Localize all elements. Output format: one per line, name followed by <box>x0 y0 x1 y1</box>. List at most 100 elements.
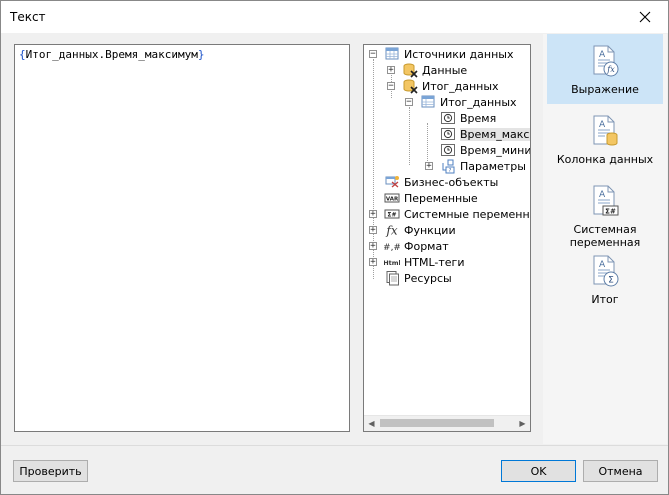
tree-item-field-time-min[interactable]: Время_миним <box>440 142 530 158</box>
tree-item-system-variables[interactable]: Σ# Системные переменные <box>384 206 530 222</box>
system-variable-label-line2: переменная <box>569 236 641 249</box>
svg-text:A: A <box>599 50 606 60</box>
tree-item-field-time[interactable]: Время <box>440 110 496 126</box>
expand-toggle[interactable]: + <box>369 242 377 251</box>
tree-item-label: Переменные <box>404 191 478 205</box>
tree-item-label: Время_макси <box>460 127 530 141</box>
tree-item-label: Время_миним <box>460 143 530 157</box>
system-variable-icon: Σ# <box>384 209 400 219</box>
tree-item-label: HTML-теги <box>404 255 465 269</box>
expand-toggle[interactable]: + <box>387 66 395 75</box>
expression-editor[interactable]: {Итог_данных.Время_максимум} <box>14 44 350 432</box>
ok-button[interactable]: OK <box>501 460 576 482</box>
svg-text:A: A <box>599 120 606 130</box>
cancel-button[interactable]: Отмена <box>583 460 658 482</box>
variable-icon: VAR <box>384 193 400 203</box>
tree-item-resources[interactable]: Ресурсы <box>384 270 452 286</box>
tree-item-label: Итог_данных <box>440 95 517 109</box>
system-variable-icon: A Σ# <box>593 185 619 216</box>
html-tag-icon: Html <box>384 259 400 267</box>
footer-divider <box>1 445 668 446</box>
expression-text: {Итог_данных.Время_максимум} <box>19 48 204 61</box>
close-brace: } <box>197 48 205 61</box>
collapse-toggle[interactable]: − <box>405 98 413 107</box>
title-bar: Текст <box>1 1 668 33</box>
tree-item-itog-source[interactable]: Итог_данных <box>402 78 499 94</box>
parameters-icon: ? <box>442 159 455 174</box>
tree-item-label: Итог_данных <box>422 79 499 93</box>
check-button[interactable]: Проверить <box>13 460 88 482</box>
tree-item-field-time-max[interactable]: Время_макси <box>440 126 530 142</box>
tree-item-parameters[interactable]: ? Параметры <box>440 158 526 174</box>
horizontal-scrollbar[interactable]: ◀ ▶ <box>364 415 530 431</box>
total-label: Итог <box>591 293 619 306</box>
tree-item-business-objects[interactable]: Бизнес-объекты <box>384 174 498 190</box>
scroll-right-icon[interactable]: ▶ <box>515 416 530 431</box>
data-column-icon: A <box>593 115 618 146</box>
clock-field-icon <box>441 128 455 140</box>
dialog-window: Текст {Итог_данных.Время_максимум} Источ… <box>0 0 669 495</box>
open-brace: { <box>19 48 26 61</box>
business-objects-icon <box>385 176 399 188</box>
close-button[interactable] <box>622 1 668 33</box>
tree-item-format[interactable]: #,# Формат <box>384 238 449 254</box>
dictionary-tree[interactable]: Источники данных − Данные + Итог_данных … <box>363 44 531 432</box>
tree-viewport: Источники данных − Данные + Итог_данных … <box>364 45 530 417</box>
data-column-button[interactable]: A Колонка данных <box>547 112 663 172</box>
system-variable-button[interactable]: A Σ# Системная переменная <box>547 182 663 250</box>
expression-button[interactable]: A fx Выражение <box>547 34 663 104</box>
svg-text:A: A <box>599 260 606 270</box>
database-error-icon <box>403 63 418 78</box>
total-icon: A Σ <box>593 255 619 287</box>
function-icon: fx <box>385 224 397 238</box>
tree-item-html-tags[interactable]: Html HTML-теги <box>384 254 465 270</box>
resources-icon <box>386 271 399 286</box>
scroll-thumb[interactable] <box>380 419 494 427</box>
svg-text:fx: fx <box>606 65 615 74</box>
svg-text:#,#: #,# <box>384 243 400 253</box>
tree-item-datasources[interactable]: Источники данных <box>384 46 513 62</box>
svg-text:Html: Html <box>384 259 400 267</box>
svg-text:Σ#: Σ# <box>605 208 616 216</box>
tree-item-label: Параметры <box>460 159 526 173</box>
total-button[interactable]: A Σ Итог <box>547 252 663 312</box>
svg-text:A: A <box>599 190 606 200</box>
clock-field-icon <box>441 112 455 124</box>
expand-toggle[interactable]: + <box>369 226 377 235</box>
svg-text:fx: fx <box>385 224 397 238</box>
expression-body: Итог_данных.Время_максимум <box>25 48 198 61</box>
datasources-icon <box>385 47 399 60</box>
svg-text:Σ: Σ <box>608 276 614 286</box>
tree-item-label: Данные <box>422 63 468 77</box>
tree-item-label: Ресурсы <box>404 271 452 285</box>
insert-mode-panel: A fx Выражение A Колонка данных A Σ# Сис… <box>543 34 667 444</box>
tree-item-label: Функции <box>404 223 456 237</box>
table-icon <box>421 95 435 108</box>
tree-item-label: Время <box>460 111 497 125</box>
tree-item-label: Формат <box>404 239 449 253</box>
system-variable-label-line1: Системная <box>573 223 637 236</box>
clock-field-icon <box>441 144 455 156</box>
tree-item-data[interactable]: Данные <box>402 62 467 78</box>
tree-item-label: Системные переменные <box>404 207 530 221</box>
tree-item-itog-table[interactable]: Итог_данных <box>420 94 517 110</box>
close-icon <box>639 11 651 23</box>
window-title: Текст <box>10 10 46 24</box>
svg-text:VAR: VAR <box>386 197 399 203</box>
collapse-toggle[interactable]: − <box>369 50 377 59</box>
format-icon: #,# <box>384 243 400 253</box>
tree-item-label: Источники данных <box>404 47 514 61</box>
svg-text:Σ#: Σ# <box>387 212 396 219</box>
expression-label: Выражение <box>571 83 639 96</box>
scroll-left-icon[interactable]: ◀ <box>364 416 379 431</box>
collapse-toggle[interactable]: − <box>387 82 395 91</box>
tree-item-variables[interactable]: VAR Переменные <box>384 190 478 206</box>
tree-item-label: Бизнес-объекты <box>404 175 499 189</box>
data-column-label: Колонка данных <box>556 153 654 166</box>
expand-toggle[interactable]: + <box>369 258 377 267</box>
tree-item-functions[interactable]: fx Функции <box>384 222 456 238</box>
expand-toggle[interactable]: + <box>425 162 433 171</box>
expression-icon: A fx <box>593 45 619 77</box>
expand-toggle[interactable]: + <box>369 210 377 219</box>
database-error-icon <box>403 79 418 94</box>
